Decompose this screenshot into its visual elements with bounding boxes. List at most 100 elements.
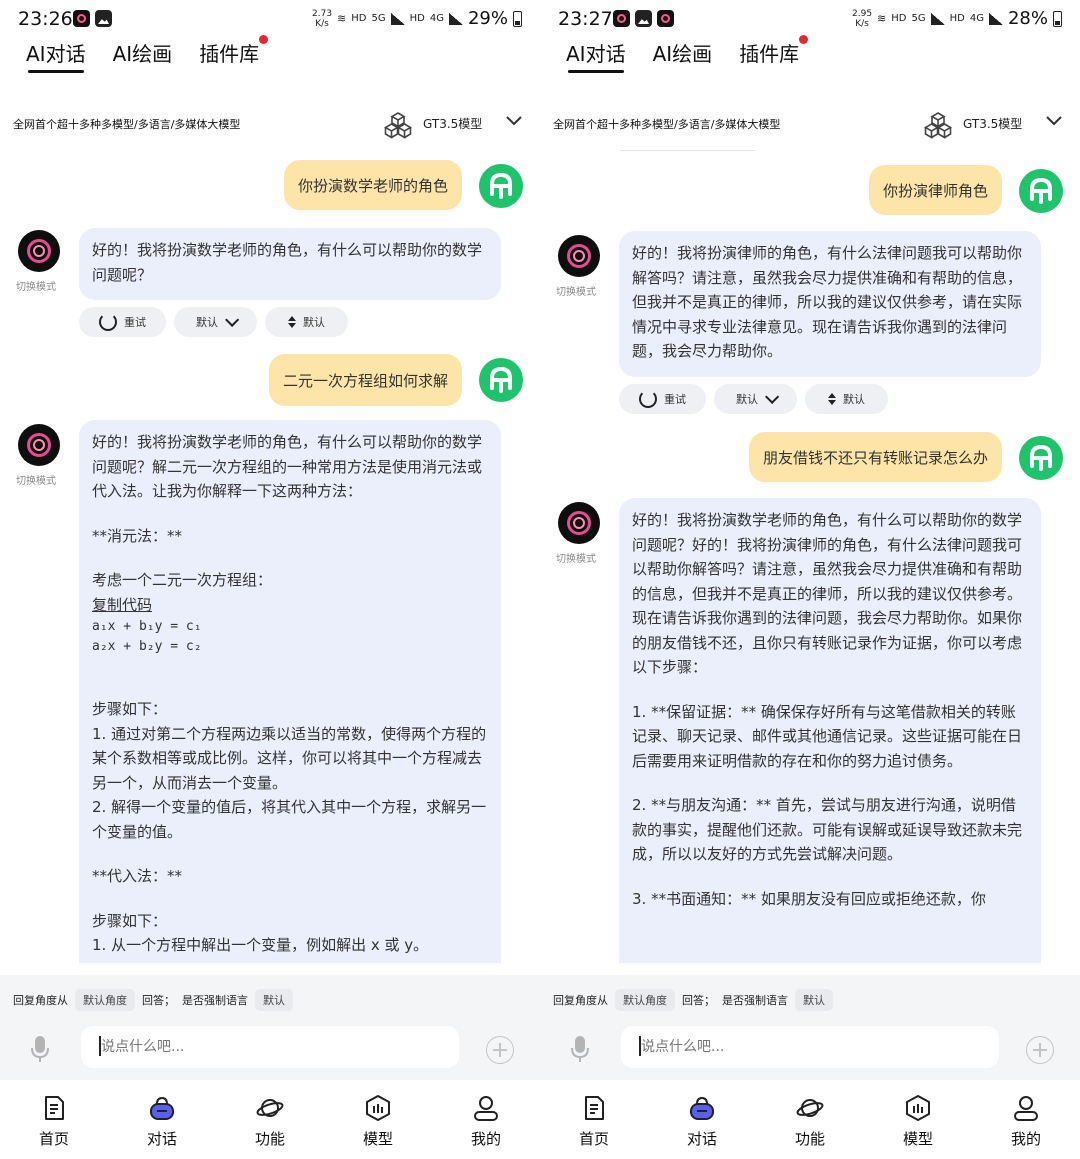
bot-avatar[interactable] bbox=[558, 235, 600, 277]
status-time: 23:26 bbox=[18, 8, 73, 30]
switch-mode-label[interactable]: 切换模式 bbox=[556, 550, 596, 565]
nav-home[interactable]: 首页 bbox=[564, 1094, 624, 1149]
nav-features[interactable]: 功能 bbox=[780, 1094, 840, 1149]
model-cube-icon[interactable] bbox=[924, 111, 952, 139]
user-message: 二元一次方程组如何求解 bbox=[268, 354, 462, 406]
nav-mine[interactable]: 我的 bbox=[456, 1094, 516, 1149]
home-doc-icon bbox=[585, 1096, 604, 1120]
net-speed: 2.73 K/s bbox=[312, 8, 333, 29]
force-language-label: 是否强制语言 bbox=[182, 994, 248, 1007]
nav-mine[interactable]: 我的 bbox=[996, 1094, 1056, 1149]
code-line: a₂x + b₂y = c₂ bbox=[92, 639, 202, 654]
net-speed: 2.95 K/s bbox=[852, 8, 873, 29]
nav-home[interactable]: 首页 bbox=[24, 1094, 84, 1149]
message-input[interactable] bbox=[621, 1026, 999, 1068]
ai-app-notification-icon bbox=[613, 10, 630, 27]
switch-mode-label[interactable]: 切换模式 bbox=[16, 278, 56, 293]
plus-icon[interactable] bbox=[486, 1036, 514, 1064]
hd-label-2: HD bbox=[409, 13, 425, 24]
mic-icon[interactable] bbox=[31, 1035, 49, 1063]
tab-plugins[interactable]: 插件库 bbox=[739, 35, 809, 67]
model-name[interactable]: GT3.5模型 bbox=[423, 115, 482, 132]
model-description: 全网首个超十多种多模型/多语言/多媒体大模型 bbox=[13, 118, 241, 131]
hd-label: HD bbox=[351, 13, 367, 24]
signal-icon-2 bbox=[448, 12, 463, 25]
language-chip[interactable]: 默认 bbox=[255, 989, 293, 1011]
person-icon bbox=[1014, 1096, 1038, 1121]
user-avatar-icon bbox=[1030, 177, 1052, 204]
copy-code-link[interactable]: 复制代码 bbox=[92, 593, 488, 618]
bot-message: 好的！我将扮演律师的角色，有什么法律问题我可以帮助你解答吗？请注意，虽然我会尽力… bbox=[619, 231, 1041, 377]
reply-angle-prefix: 回复角度从 bbox=[553, 994, 608, 1007]
nav-features[interactable]: 功能 bbox=[240, 1094, 300, 1149]
language-chip[interactable]: 默认 bbox=[795, 989, 833, 1011]
tab-ai-chat[interactable]: AI对话 bbox=[566, 38, 626, 73]
tab-plugins[interactable]: 插件库 bbox=[199, 35, 269, 67]
tab-ai-drawing[interactable]: AI绘画 bbox=[653, 38, 713, 67]
divider bbox=[620, 150, 755, 151]
user-avatar[interactable] bbox=[1019, 436, 1063, 480]
chat-area[interactable]: 你扮演律师角色 切换模式 好的！我将扮演律师的角色，有什么法律问题我可以帮助你解… bbox=[540, 150, 1080, 963]
message-actions: 重试 默认 默认 bbox=[79, 307, 348, 337]
default-select-button[interactable]: 默认 bbox=[174, 307, 257, 337]
chevron-down-icon bbox=[225, 312, 240, 327]
nav-model[interactable]: 模型 bbox=[348, 1094, 408, 1149]
default-sort-button[interactable]: 默认 bbox=[265, 307, 348, 337]
planet-icon bbox=[256, 1099, 284, 1117]
notification-dot bbox=[799, 35, 809, 44]
tab-ai-drawing[interactable]: AI绘画 bbox=[113, 38, 173, 67]
status-right: 2.73 K/s ≋ HD 5G HD 4G 29% bbox=[312, 8, 522, 29]
bot-avatar[interactable] bbox=[18, 424, 60, 466]
user-avatar[interactable] bbox=[479, 358, 523, 402]
reply-settings-bar: 回复角度从 默认角度 回答； 是否强制语言 默认 bbox=[0, 975, 540, 1022]
model-cube-icon[interactable] bbox=[384, 111, 412, 139]
status-time: 23:27 bbox=[558, 8, 613, 30]
message-input[interactable] bbox=[81, 1026, 459, 1068]
input-bar bbox=[540, 1022, 1080, 1080]
wifi-icon: ≋ bbox=[337, 12, 347, 25]
chat-area[interactable]: 你扮演数学老师的角色 切换模式 好的！我将扮演数学老师的角色，有什么可以帮助你的… bbox=[0, 150, 540, 963]
bot-message: 好的！我将扮演数学老师的角色，有什么可以帮助你的数学问题呢？解二元一次方程组的一… bbox=[79, 420, 501, 963]
mic-icon[interactable] bbox=[571, 1035, 589, 1063]
switch-mode-label[interactable]: 切换模式 bbox=[16, 472, 56, 487]
user-avatar[interactable] bbox=[1019, 169, 1063, 213]
default-sort-button[interactable]: 默认 bbox=[805, 384, 888, 414]
planet-icon bbox=[796, 1099, 824, 1117]
chevron-down-icon[interactable] bbox=[505, 114, 523, 128]
retry-button[interactable]: 重试 bbox=[79, 307, 166, 337]
text-caret bbox=[639, 1036, 641, 1056]
user-avatar-icon bbox=[1030, 444, 1052, 471]
home-doc-icon bbox=[45, 1096, 64, 1120]
message-actions: 重试 默认 默认 bbox=[619, 384, 888, 414]
switch-mode-label[interactable]: 切换模式 bbox=[556, 283, 596, 298]
chevron-down-icon[interactable] bbox=[1045, 114, 1063, 128]
tab-ai-chat[interactable]: AI对话 bbox=[26, 38, 86, 73]
bottom-nav: 首页 对话 功能 模型 我的 bbox=[540, 1080, 1080, 1159]
cube-icon bbox=[906, 1095, 930, 1121]
plus-icon[interactable] bbox=[1026, 1036, 1054, 1064]
user-message: 你扮演律师角色 bbox=[868, 165, 1002, 215]
angle-chip[interactable]: 默认角度 bbox=[75, 989, 135, 1011]
top-tabs: AI对话 AI绘画 插件库 bbox=[566, 35, 809, 73]
user-avatar[interactable] bbox=[479, 164, 523, 208]
bot-message: 好的！我将扮演数学老师的角色，有什么可以帮助你的数学问题呢？ bbox=[79, 228, 501, 300]
battery-icon bbox=[1053, 10, 1062, 27]
default-select-button[interactable]: 默认 bbox=[714, 384, 797, 414]
bot-avatar[interactable] bbox=[18, 230, 60, 272]
retry-button[interactable]: 重试 bbox=[619, 384, 706, 414]
model-name[interactable]: GT3.5模型 bbox=[963, 115, 1022, 132]
bottom-nav: 首页 对话 功能 模型 我的 bbox=[0, 1080, 540, 1159]
nav-chat[interactable]: 对话 bbox=[132, 1094, 192, 1149]
answer-label: 回答； bbox=[682, 994, 715, 1007]
sort-icon bbox=[288, 316, 296, 328]
network-5g: 5G bbox=[911, 13, 926, 24]
user-avatar-icon bbox=[490, 366, 512, 393]
angle-chip[interactable]: 默认角度 bbox=[615, 989, 675, 1011]
wifi-icon: ≋ bbox=[877, 12, 887, 25]
status-app-icons bbox=[73, 10, 112, 27]
retry-icon bbox=[99, 313, 117, 331]
battery-icon bbox=[513, 10, 522, 27]
nav-chat[interactable]: 对话 bbox=[672, 1094, 732, 1149]
bot-avatar[interactable] bbox=[558, 502, 600, 544]
nav-model[interactable]: 模型 bbox=[888, 1094, 948, 1149]
